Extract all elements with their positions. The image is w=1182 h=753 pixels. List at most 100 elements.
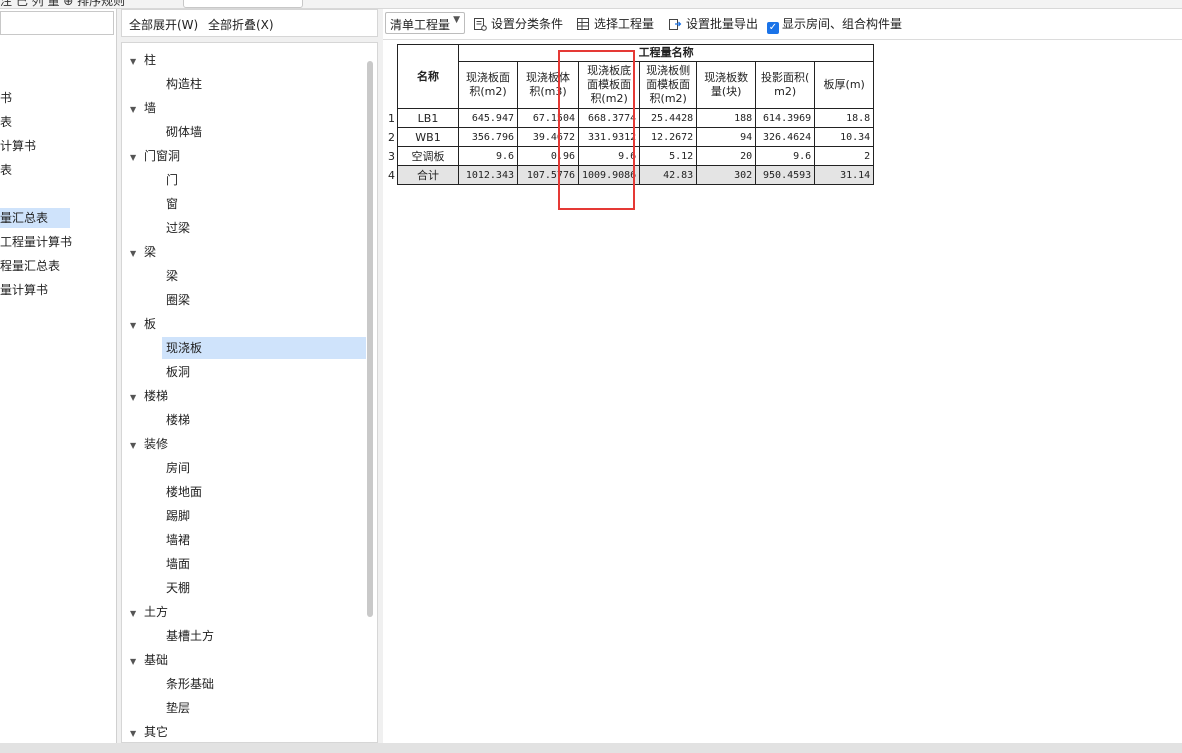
tree-item[interactable]: 窗 bbox=[162, 193, 178, 215]
caret-down-icon[interactable]: ▼ bbox=[130, 603, 144, 625]
report-item[interactable]: 工程量计算书 bbox=[0, 232, 72, 252]
column-header-text: 现浇板底 bbox=[587, 64, 632, 77]
column-header-text: 积(m2) bbox=[649, 92, 687, 105]
caret-down-icon[interactable]: ▼ bbox=[130, 147, 144, 169]
tree-group[interactable]: ▼ 柱 bbox=[130, 49, 156, 71]
select-quantity-label: 选择工程量 bbox=[594, 17, 655, 31]
tree-item[interactable]: 楼梯 bbox=[162, 409, 190, 431]
tree-item[interactable]: 砌体墙 bbox=[162, 121, 202, 143]
table-row[interactable]: 3 空调板 9.6 0.96 9.6 5.12 20 9.6 2 bbox=[388, 146, 875, 166]
column-header-text: 现浇板数 bbox=[704, 71, 749, 84]
tree-item[interactable]: 基槽土方 bbox=[162, 625, 214, 647]
report-item[interactable]: 表 bbox=[0, 160, 12, 180]
row-name-cell: LB1 bbox=[397, 108, 459, 128]
report-item[interactable]: 程量汇总表 bbox=[0, 256, 60, 276]
column-header[interactable]: 投影面积(m2) bbox=[755, 61, 816, 109]
tree-item[interactable]: 房间 bbox=[162, 457, 190, 479]
tree-item[interactable]: 板洞 bbox=[162, 361, 190, 383]
tree-item-selected[interactable]: 现浇板 bbox=[162, 337, 366, 359]
caret-down-icon[interactable]: ▼ bbox=[130, 651, 144, 673]
tree-item[interactable]: 天棚 bbox=[162, 577, 190, 599]
show-rooms-checkbox[interactable]: ✓ 显示房间、组合构件量 bbox=[767, 15, 903, 34]
column-header-text: 现浇板体 bbox=[526, 71, 570, 84]
filter-settings-icon bbox=[474, 18, 487, 31]
tree-group[interactable]: ▼ 板 bbox=[130, 313, 156, 335]
report-item[interactable]: 书 bbox=[0, 88, 12, 108]
caret-down-icon[interactable]: ▼ bbox=[130, 99, 144, 121]
quantity-type-dropdown[interactable]: 清单工程量 ▼ bbox=[385, 12, 465, 34]
caret-down-icon[interactable]: ▼ bbox=[130, 435, 144, 457]
column-header[interactable]: 现浇板底 面模板面 积(m2) bbox=[577, 61, 641, 109]
row-index: 1 bbox=[388, 108, 398, 128]
tree-group[interactable]: ▼ 门窗洞 bbox=[130, 145, 180, 167]
caret-down-icon[interactable]: ▼ bbox=[130, 387, 144, 409]
tree-item[interactable]: 墙裙 bbox=[162, 529, 190, 551]
column-header[interactable]: 现浇板数 量(块) bbox=[696, 61, 757, 109]
table-row[interactable]: 1 LB1 645.947 67.1504 668.3774 25.4428 188 614.… bbox=[388, 108, 875, 128]
top-toolbar-clipped: 注 己 列 量 ⊕ 排序规则 bbox=[0, 0, 1182, 9]
row-index-header bbox=[388, 44, 398, 109]
collapse-all-button[interactable]: 全部折叠(X) bbox=[208, 16, 274, 33]
tree-item[interactable]: 圈梁 bbox=[162, 289, 190, 311]
tree-group[interactable]: ▼ 楼梯 bbox=[130, 385, 168, 407]
tree-item[interactable]: 楼地面 bbox=[162, 481, 202, 503]
tree-item[interactable]: 构造柱 bbox=[162, 73, 202, 95]
report-item[interactable]: 计算书 bbox=[0, 136, 36, 156]
value-cell: 302 bbox=[696, 165, 757, 185]
top-search-field[interactable] bbox=[183, 0, 303, 8]
row-name-cell: WB1 bbox=[397, 127, 459, 147]
caret-down-icon[interactable]: ▼ bbox=[130, 51, 144, 73]
tree-group-label: 柱 bbox=[144, 53, 157, 67]
column-header[interactable]: 现浇板侧 面模板面 积(m2) bbox=[639, 61, 698, 109]
caret-down-icon[interactable]: ▼ bbox=[130, 315, 144, 337]
tree-group[interactable]: ▼ 梁 bbox=[130, 241, 156, 263]
tree-group[interactable]: ▼ 基础 bbox=[130, 649, 168, 671]
tree-item[interactable]: 踢脚 bbox=[162, 505, 190, 527]
value-cell: 614.3969 bbox=[755, 108, 816, 128]
tree-group[interactable]: ▼ 其它 bbox=[130, 721, 168, 742]
report-item-selected[interactable]: 量汇总表 bbox=[0, 208, 70, 228]
select-quantity-button[interactable]: 选择工程量 bbox=[576, 15, 654, 33]
report-item[interactable]: 量计算书 bbox=[0, 280, 48, 300]
row-index: 4 bbox=[388, 165, 398, 185]
value-cell: 10.34 bbox=[814, 127, 875, 147]
value-cell: 331.9312 bbox=[577, 127, 641, 147]
tree-item[interactable]: 条形基础 bbox=[162, 673, 214, 695]
tree-item[interactable]: 门 bbox=[162, 169, 178, 191]
value-cell: 356.796 bbox=[458, 127, 518, 147]
name-column-header: 名称 bbox=[397, 44, 459, 109]
batch-export-button[interactable]: 设置批量导出 bbox=[668, 15, 758, 33]
value-cell: 9.6 bbox=[577, 146, 641, 166]
table-row[interactable]: 2 WB1 356.796 39.4672 331.9312 12.2672 94 326.4… bbox=[388, 127, 875, 147]
table-row[interactable]: 4 合计 1012.343 107.5776 1009.9086 42.83 302 950.… bbox=[388, 165, 875, 185]
tree-group-label: 墙 bbox=[144, 101, 157, 115]
tree-scrollbar[interactable] bbox=[367, 61, 373, 617]
value-cell: 668.3774 bbox=[577, 108, 641, 128]
column-header[interactable]: 现浇板面 积(m2) bbox=[458, 61, 518, 109]
show-rooms-label: 显示房间、组合构件量 bbox=[782, 17, 903, 31]
tree-group[interactable]: ▼ 装修 bbox=[130, 433, 168, 455]
tree-item[interactable]: 墙面 bbox=[162, 553, 190, 575]
expand-all-button[interactable]: 全部展开(W) bbox=[129, 16, 198, 33]
batch-export-label: 设置批量导出 bbox=[686, 17, 759, 31]
tree-group-label: 装修 bbox=[144, 437, 169, 451]
tree-item[interactable]: 过梁 bbox=[162, 217, 190, 239]
value-cell: 2 bbox=[814, 146, 875, 166]
caret-down-icon[interactable]: ▼ bbox=[130, 243, 144, 265]
column-header[interactable]: 现浇板体 积(m3) bbox=[517, 61, 579, 109]
set-category-button[interactable]: 设置分类条件 bbox=[473, 15, 563, 33]
caret-down-icon[interactable]: ▼ bbox=[130, 723, 144, 742]
tree-item[interactable]: 梁 bbox=[162, 265, 178, 287]
component-tree: ▼ 柱构造柱 ▼ 墙砌体墙 ▼ 门窗洞门窗过梁 ▼ 梁梁圈梁 ▼ 板现浇板 板洞 ▼ 楼梯 楼梯 ▼ 装修 房间… bbox=[121, 42, 378, 743]
report-search-input[interactable] bbox=[0, 11, 114, 35]
tree-group[interactable]: ▼ 土方 bbox=[130, 601, 168, 623]
row-name-cell: 空调板 bbox=[397, 146, 459, 166]
value-cell: 5.12 bbox=[639, 146, 698, 166]
tree-item[interactable]: 垫层 bbox=[162, 697, 190, 719]
value-cell: 326.4624 bbox=[755, 127, 816, 147]
tree-group[interactable]: ▼ 墙 bbox=[130, 97, 156, 119]
column-header-text: m2) bbox=[774, 85, 797, 98]
value-cell: 18.8 bbox=[814, 108, 875, 128]
column-header[interactable]: 板厚(m) bbox=[814, 61, 875, 109]
report-item[interactable]: 表 bbox=[0, 112, 12, 132]
